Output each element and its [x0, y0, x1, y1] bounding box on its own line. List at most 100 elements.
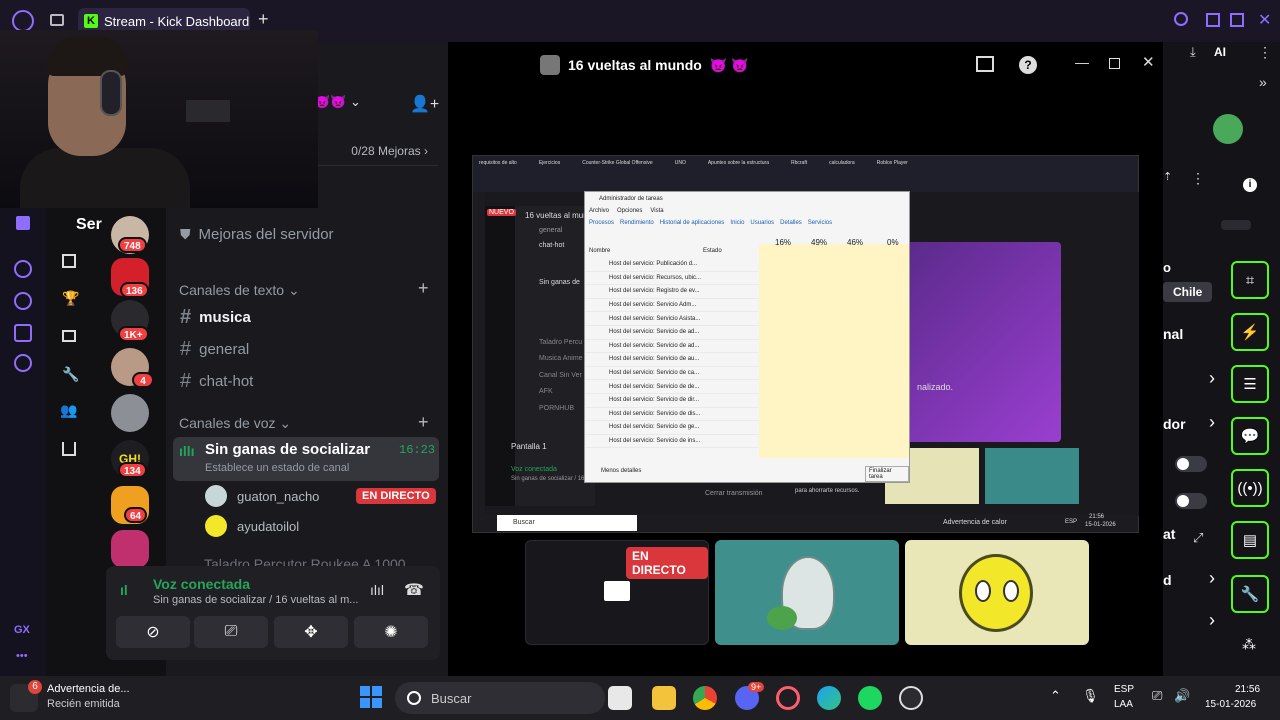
pin-icon[interactable]: ⇡	[1163, 170, 1172, 183]
download-icon[interactable]: ⤓	[1190, 44, 1196, 60]
snapshot-icon[interactable]	[1206, 13, 1220, 27]
taskmgr-menu-item: Archivo	[589, 208, 610, 214]
new-tab-button[interactable]: +	[258, 9, 269, 30]
minimize-icon[interactable]: —	[1075, 54, 1089, 70]
settings-gear-icon[interactable]	[14, 354, 32, 372]
menu-icon-1[interactable]	[62, 254, 76, 268]
chart-icon[interactable]: ⤢	[1193, 530, 1203, 546]
inner-channel-voice: Sin ganas de	[539, 279, 580, 286]
ai-label[interactable]: AI	[1214, 45, 1226, 59]
channel-avatar	[540, 55, 560, 75]
volume-icon[interactable]: 🔊	[1174, 688, 1190, 704]
noise-suppression-icon[interactable]: ılıl	[370, 582, 384, 598]
opera-gx-taskbar-icon[interactable]	[776, 686, 800, 710]
trophy-icon[interactable]: 🏆	[62, 290, 79, 307]
activities-button[interactable]: ✥	[274, 616, 348, 648]
screenshot-button[interactable]: ⌗	[1231, 261, 1269, 299]
profile-avatar[interactable]	[1213, 114, 1243, 144]
events-icon[interactable]	[62, 330, 76, 342]
channel-chat-hot[interactable]: # chat-hot	[180, 370, 253, 393]
chevron-right-icon[interactable]: ›	[1209, 610, 1215, 631]
chevron-right-icon[interactable]: ›	[1209, 568, 1215, 589]
server-avatar-8[interactable]	[111, 530, 149, 568]
channel-status-hint[interactable]: Establece un estado de canal	[205, 462, 349, 474]
info-icon[interactable]: i	[1243, 178, 1257, 192]
close-icon[interactable]: ✕	[1142, 53, 1155, 71]
tools-button[interactable]: 🔧	[1231, 575, 1269, 613]
chevron-right-icon[interactable]: ›	[1209, 368, 1215, 389]
toggle-switch-1[interactable]	[1175, 456, 1207, 472]
server-badge-3: 1K+	[118, 326, 149, 342]
twitch-icon[interactable]	[16, 216, 30, 230]
windows-start-icon[interactable]	[360, 686, 382, 708]
channels-icon[interactable]	[62, 442, 76, 456]
redacted-box	[186, 100, 230, 122]
chrome-icon[interactable]	[693, 686, 717, 710]
taskmgr-col-nombre: Nombre	[589, 248, 611, 254]
boost-progress-label: 0/28 Mejoras	[351, 144, 421, 158]
user-tile-alien[interactable]	[715, 540, 899, 645]
channel-general[interactable]: # general	[180, 338, 249, 361]
notification-title[interactable]: Advertencia de...	[47, 683, 130, 695]
server-avatar-5[interactable]	[111, 394, 149, 432]
chile-chip[interactable]: Chile	[1163, 282, 1213, 302]
voice-connected-title[interactable]: Voz conectada	[153, 576, 250, 592]
file-explorer-icon[interactable]	[652, 686, 676, 710]
screen-share-button[interactable]: ⎚	[194, 616, 268, 648]
label-d: d	[1163, 572, 1172, 588]
taskbar-search[interactable]: Buscar	[395, 682, 605, 714]
add-text-channel-icon[interactable]: +	[418, 278, 429, 299]
close-window-button[interactable]: ✕	[1258, 10, 1271, 30]
wrench-icon[interactable]: 🔧	[62, 366, 79, 383]
player-icon[interactable]	[14, 260, 32, 278]
minimize-window-button[interactable]	[1230, 13, 1244, 27]
server-boost-link[interactable]: ⛊ Mejoras del servidor	[180, 226, 334, 243]
kebab-menu-icon[interactable]: ⋮	[1258, 44, 1272, 61]
add-voice-channel-icon[interactable]: +	[418, 412, 429, 433]
clock-time[interactable]: 21:56	[1235, 684, 1260, 695]
camera-off-button[interactable]: ⊘	[116, 616, 190, 648]
invite-people-icon[interactable]: 👤+	[410, 94, 439, 114]
layout-button[interactable]: ▤	[1231, 521, 1269, 559]
tray-chevron-icon[interactable]: ⌃	[1050, 688, 1061, 704]
disconnect-icon[interactable]: ☎	[404, 580, 424, 600]
streamer-shirt	[20, 148, 190, 208]
tab-islands-icon[interactable]	[50, 14, 64, 26]
broadcast-button[interactable]: ((•))	[1231, 469, 1269, 507]
channel-musica[interactable]: # musica	[180, 306, 251, 329]
gx-corner-label[interactable]: GX	[14, 624, 30, 636]
opera-gx-logo-icon[interactable]	[12, 10, 34, 32]
members-icon[interactable]: 👥	[60, 402, 77, 419]
obs-icon[interactable]	[899, 686, 923, 710]
mic-icon[interactable]: 🎙	[1082, 688, 1099, 704]
user-tile-emoji[interactable]	[905, 540, 1089, 645]
chevron-right-icon[interactable]: ›	[1209, 412, 1215, 433]
lang-line1[interactable]: ESP	[1114, 684, 1134, 695]
lightning-button[interactable]: ⚡	[1231, 313, 1269, 351]
voice-channels-header[interactable]: Canales de voz ⌄	[179, 415, 291, 432]
collapse-panel-icon[interactable]: »	[1259, 74, 1267, 90]
stream-tile-live[interactable]: EN DIRECTO	[525, 540, 709, 645]
more-vertical-icon[interactable]: ⋮	[1191, 170, 1205, 187]
chat-button[interactable]: 💬	[1231, 417, 1269, 455]
voice-user-guaton[interactable]: guaton_nacho	[205, 485, 319, 507]
notes-button[interactable]: ☰	[1231, 365, 1269, 403]
more-options-icon[interactable]: •••	[16, 650, 28, 662]
text-channels-header[interactable]: Canales de texto ⌄	[179, 282, 300, 299]
maximize-icon[interactable]	[1109, 58, 1120, 69]
task-view-icon[interactable]	[608, 686, 632, 710]
help-icon[interactable]: ?	[1019, 56, 1037, 74]
edge-icon[interactable]	[817, 686, 841, 710]
extensions-icon[interactable]	[14, 324, 32, 342]
text-channels-header-label: Canales de texto	[179, 282, 285, 298]
spotify-icon[interactable]	[858, 686, 882, 710]
soundboard-button[interactable]: ✺	[354, 616, 428, 648]
search-icon[interactable]	[1174, 12, 1188, 26]
toggle-switch-2[interactable]	[1175, 493, 1207, 509]
active-voice-channel[interactable]: ıllı Sin ganas de socializar 16:23 Estab…	[173, 437, 439, 481]
apps-icon[interactable]: ⁂	[1242, 636, 1256, 653]
voice-user-ayudatoilol[interactable]: ayudatoilol	[205, 515, 299, 537]
history-icon[interactable]	[14, 292, 32, 310]
network-icon[interactable]: ⎚	[1152, 688, 1162, 704]
inbox-icon[interactable]	[976, 56, 994, 72]
